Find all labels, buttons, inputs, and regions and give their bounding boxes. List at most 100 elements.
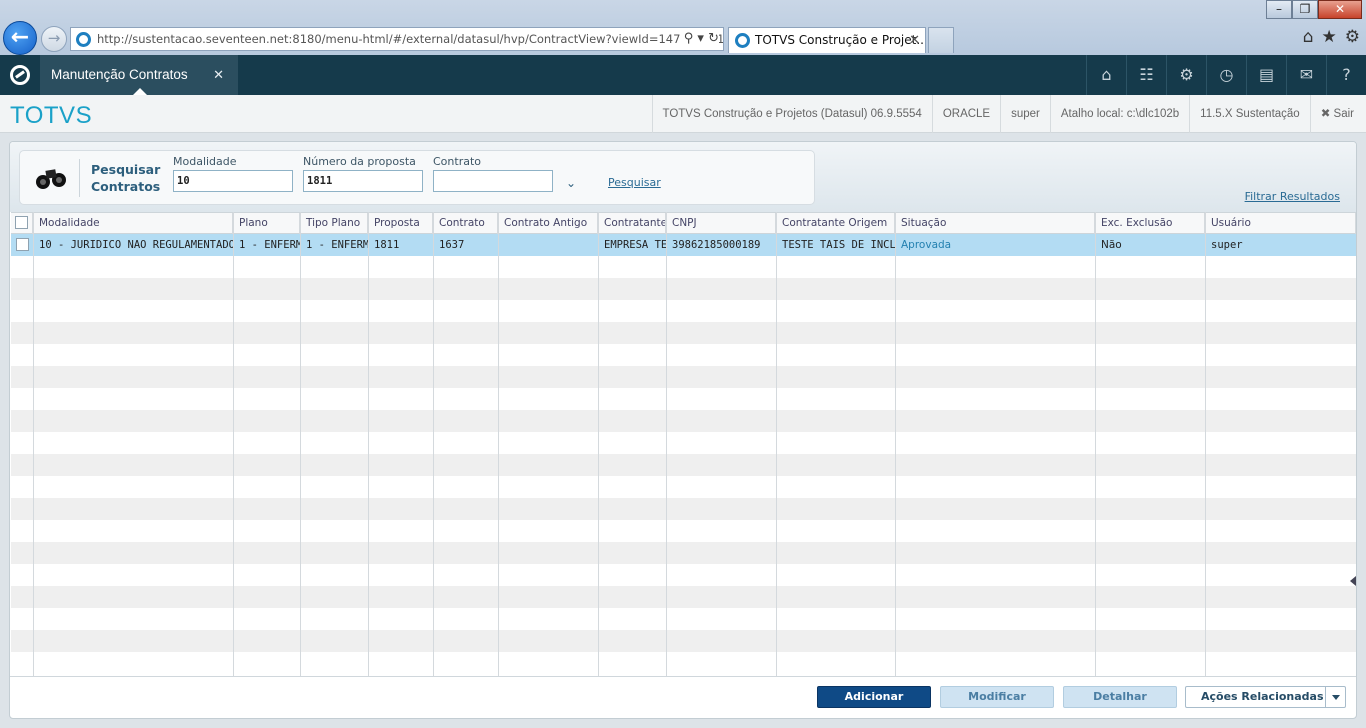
settings-icon[interactable]: ⚙ bbox=[1345, 27, 1360, 47]
forward-button[interactable]: → bbox=[41, 26, 67, 52]
cell-cnpj: 39862185000189 bbox=[672, 239, 761, 251]
cell-modalidade: 10 - JURIDICO NAO REGULAMENTADO bbox=[39, 239, 233, 251]
cell-proposta: 1811 bbox=[374, 239, 400, 251]
col-contrato[interactable]: Contrato bbox=[433, 213, 498, 234]
exit-button[interactable]: ✖ Sair bbox=[1309, 95, 1366, 133]
detail-button[interactable]: Detalhar bbox=[1063, 686, 1177, 708]
col-situacao[interactable]: Situação bbox=[895, 213, 1095, 234]
close-app-tab-icon[interactable]: ✕ bbox=[213, 55, 224, 95]
browser-tab[interactable]: TOTVS Construção e Projet... ✕ bbox=[728, 27, 926, 53]
search-link[interactable]: Pesquisar bbox=[608, 176, 661, 189]
empty-row bbox=[11, 608, 1356, 630]
home-icon[interactable]: ⌂ bbox=[1086, 55, 1126, 95]
browser-icons: ⌂ ★ ⚙ bbox=[1303, 27, 1360, 47]
address-bar[interactable]: http://sustentacao.seventeen.net:8180/me… bbox=[70, 27, 724, 51]
contracts-grid: Modalidade Plano Tipo Plano Proposta Con… bbox=[11, 212, 1356, 676]
close-tab-icon[interactable]: ✕ bbox=[909, 28, 920, 53]
col-modalidade[interactable]: Modalidade bbox=[33, 213, 233, 234]
empty-row bbox=[11, 256, 1356, 278]
column-divider bbox=[776, 212, 777, 676]
col-contrato-antigo[interactable]: Contrato Antigo bbox=[498, 213, 598, 234]
maximize-button[interactable]: ❐ bbox=[1292, 0, 1318, 19]
col-contratante[interactable]: Contratante bbox=[598, 213, 666, 234]
modalidade-input[interactable] bbox=[173, 170, 293, 192]
column-divider bbox=[433, 212, 434, 676]
col-exc-exclusao[interactable]: Exc. Exclusão bbox=[1095, 213, 1205, 234]
search-title-line1: Pesquisar bbox=[91, 162, 161, 177]
contrato-label: Contrato bbox=[433, 155, 482, 168]
column-divider bbox=[368, 212, 369, 676]
home-icon[interactable]: ⌂ bbox=[1303, 27, 1314, 47]
col-cnpj[interactable]: CNPJ bbox=[666, 213, 776, 234]
select-all-checkbox[interactable] bbox=[15, 216, 28, 229]
clock-icon[interactable]: ◷ bbox=[1206, 55, 1246, 95]
contrato-input[interactable] bbox=[433, 170, 553, 192]
help-icon[interactable]: ? bbox=[1326, 55, 1366, 95]
sitemap-icon[interactable]: ☷ bbox=[1126, 55, 1166, 95]
close-window-button[interactable]: ✕ bbox=[1318, 0, 1362, 19]
version-info: 11.5.X Sustentação bbox=[1189, 95, 1310, 133]
add-button[interactable]: Adicionar bbox=[817, 686, 931, 708]
collapse-panel-icon[interactable] bbox=[1350, 576, 1356, 586]
empty-row bbox=[11, 630, 1356, 652]
app-tab-manutencao-contratos[interactable]: Manutenção Contratos ✕ bbox=[40, 55, 238, 95]
col-contratante-origem[interactable]: Contratante Origem bbox=[776, 213, 895, 234]
favorites-icon[interactable]: ★ bbox=[1322, 27, 1337, 47]
close-icon: ✖ bbox=[1320, 108, 1334, 120]
row-checkbox[interactable] bbox=[16, 238, 29, 251]
mail-icon[interactable]: ✉ bbox=[1286, 55, 1326, 95]
site-icon bbox=[76, 32, 91, 47]
empty-row bbox=[11, 476, 1356, 498]
column-divider bbox=[300, 212, 301, 676]
related-actions-button[interactable]: Ações Relacionadas bbox=[1185, 686, 1346, 708]
column-divider bbox=[1095, 212, 1096, 676]
search-title: Pesquisar Contratos bbox=[91, 161, 160, 195]
minimize-button[interactable]: – bbox=[1266, 0, 1292, 19]
cell-contratante-origem: TESTE TAIS DE INCLUSAO bbox=[782, 239, 895, 251]
empty-row bbox=[11, 322, 1356, 344]
empty-row bbox=[11, 542, 1356, 564]
document-icon[interactable]: ▤ bbox=[1246, 55, 1286, 95]
empty-row bbox=[11, 278, 1356, 300]
col-usuario[interactable]: Usuário bbox=[1205, 213, 1356, 234]
back-button[interactable]: ← bbox=[3, 21, 37, 55]
filter-results-link[interactable]: Filtrar Resultados bbox=[1245, 190, 1340, 203]
empty-row bbox=[11, 498, 1356, 520]
grid-body: 10 - JURIDICO NAO REGULAMENTADO 1 - ENFE… bbox=[11, 234, 1356, 676]
main-panel: Pesquisar Contratos Modalidade Número da… bbox=[9, 141, 1357, 719]
cell-exc-exclusao: Não bbox=[1101, 239, 1122, 251]
empty-row bbox=[11, 388, 1356, 410]
column-divider bbox=[1205, 212, 1206, 676]
proposta-field: Número da proposta bbox=[303, 155, 423, 192]
gear-icon[interactable]: ⚙ bbox=[1166, 55, 1206, 95]
exit-label: Sair bbox=[1333, 108, 1354, 120]
empty-row bbox=[11, 564, 1356, 586]
favicon-icon bbox=[735, 33, 750, 48]
chevron-down-icon[interactable] bbox=[1332, 695, 1340, 700]
database-info: ORACLE bbox=[931, 95, 1000, 133]
modalidade-label: Modalidade bbox=[173, 155, 237, 168]
binoculars-icon bbox=[36, 169, 66, 189]
browser-chrome: ← → http://sustentacao.seventeen.net:818… bbox=[0, 0, 1366, 55]
table-row[interactable]: 10 - JURIDICO NAO REGULAMENTADO 1 - ENFE… bbox=[11, 234, 1356, 256]
product-info: TOTVS Construção e Projetos (Datasul) 06… bbox=[651, 95, 932, 133]
col-proposta[interactable]: Proposta bbox=[368, 213, 433, 234]
active-tab-caret bbox=[133, 88, 147, 95]
search-refresh-icons[interactable]: ⚲ ▾ ↻ bbox=[679, 28, 719, 50]
totvs-logo-icon[interactable] bbox=[0, 55, 40, 95]
col-plano[interactable]: Plano bbox=[233, 213, 300, 234]
column-divider bbox=[498, 212, 499, 676]
proposta-input[interactable] bbox=[303, 170, 423, 192]
cell-situacao: Aprovada bbox=[901, 239, 952, 251]
cell-tipo-plano: 1 - ENFERMARIA bbox=[306, 239, 368, 251]
cell-contrato: 1637 bbox=[439, 239, 465, 251]
empty-row bbox=[11, 586, 1356, 608]
modify-button[interactable]: Modificar bbox=[940, 686, 1054, 708]
new-tab-button[interactable] bbox=[928, 27, 954, 53]
modalidade-field: Modalidade bbox=[173, 155, 293, 192]
url-text: http://sustentacao.seventeen.net:8180/me… bbox=[97, 32, 724, 46]
empty-row bbox=[11, 520, 1356, 542]
session-info: TOTVS Construção e Projetos (Datasul) 06… bbox=[651, 95, 1366, 133]
col-tipo-plano[interactable]: Tipo Plano bbox=[300, 213, 368, 234]
chevron-down-icon[interactable]: ⌄ bbox=[566, 176, 580, 190]
